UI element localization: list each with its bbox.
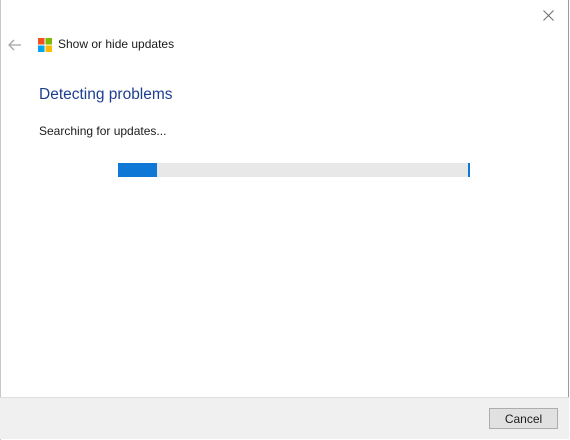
status-text: Searching for updates...	[39, 124, 167, 138]
app-title: Show or hide updates	[58, 37, 175, 51]
back-button[interactable]	[5, 35, 25, 55]
back-arrow-icon	[8, 39, 21, 51]
window-left-edge	[0, 0, 1, 440]
footer-bar: Cancel	[0, 397, 569, 439]
progress-bar	[118, 163, 470, 177]
windows-logo-icon	[38, 38, 52, 52]
progress-fill	[118, 163, 157, 177]
troubleshooter-window: Show or hide updates Detecting problems …	[0, 0, 569, 440]
cancel-button[interactable]: Cancel	[489, 408, 558, 429]
close-icon	[542, 9, 554, 21]
close-button[interactable]	[534, 2, 562, 28]
progress-end-marker	[468, 163, 470, 177]
page-heading: Detecting problems	[39, 86, 173, 103]
